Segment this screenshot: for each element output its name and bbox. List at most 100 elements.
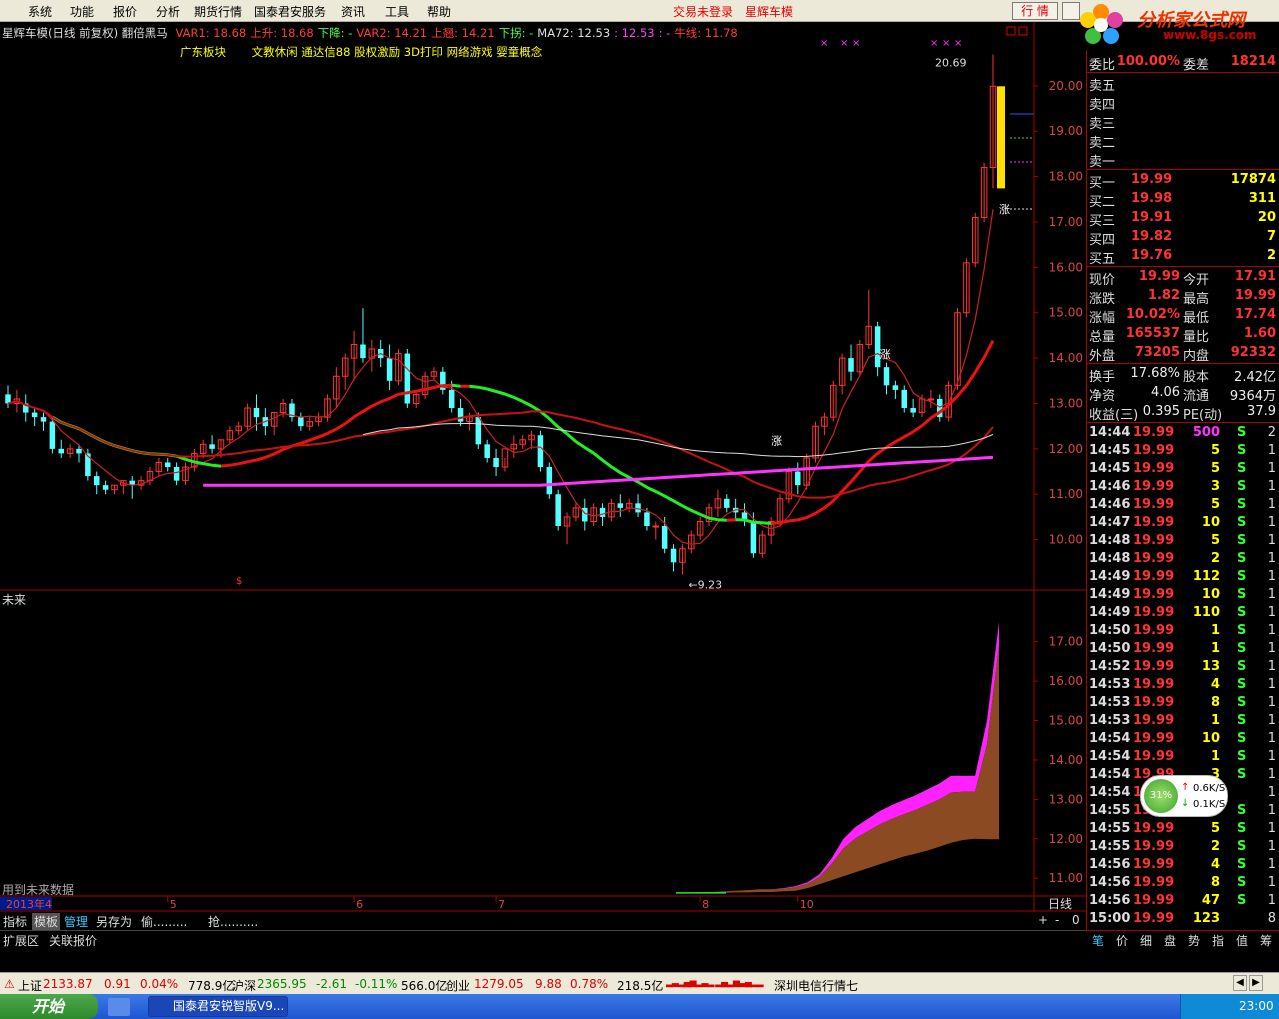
indicator-tab[interactable]: 指标 (3, 913, 27, 930)
sell-level-2[interactable]: 卖二 (1087, 132, 1279, 151)
news-ticker[interactable]: 深圳电信行情七 (774, 977, 858, 994)
sell-level-4[interactable]: 卖四 (1087, 94, 1279, 113)
buy-label: 买三 (1089, 214, 1116, 229)
tick-side: S (1237, 497, 1247, 512)
manage-tab[interactable]: 管理 (64, 913, 88, 930)
tick-row[interactable]: 14:50 19.99 1 S 1 (1087, 623, 1279, 642)
tick-volume: 10 (1201, 515, 1220, 530)
tick-row[interactable]: 14:45 19.99 5 S 1 (1087, 443, 1279, 462)
trade-status[interactable]: 交易未登录 (673, 3, 733, 20)
buy-level-2[interactable]: 买二 19.98 311 (1087, 191, 1279, 210)
template-tab[interactable]: 模板 (32, 913, 61, 930)
tick-row[interactable]: 14:47 19.99 10 S 1 (1087, 515, 1279, 534)
menu-analysis[interactable]: 分析 (156, 3, 180, 20)
formula-tab-1[interactable]: 偷......... (141, 913, 187, 930)
quote-row[interactable]: 涨幅 10.02% 最低 17.74 (1087, 307, 1279, 326)
kline-chart[interactable]: 20.00 19.00 18.00 17.00 16.00 15.00 14.00 13.00… (0, 22, 1086, 912)
zoom-in-button[interactable]: + (1038, 913, 1048, 927)
scroll-right-button[interactable]: ▶ (1249, 975, 1263, 991)
sell-level-5[interactable]: 卖五 (1087, 75, 1279, 94)
sub-tick-label: 16.00 (1049, 674, 1083, 688)
buy-level-3[interactable]: 买三 19.91 20 (1087, 210, 1279, 229)
show-desktop-icon[interactable] (108, 998, 130, 1016)
tick-side: S (1237, 623, 1247, 638)
tick-count: 1 (1267, 749, 1276, 764)
tick-row[interactable]: 14:49 19.99 10 S 1 (1087, 587, 1279, 606)
tick-row[interactable]: 14:56 19.99 8 S 1 (1087, 875, 1279, 894)
tick-row[interactable]: 14:45 19.99 5 S 1 (1087, 461, 1279, 480)
fundamental-row[interactable]: 换手 17.68% 股本 2.42亿 (1087, 366, 1279, 385)
menu-system[interactable]: 系统 (28, 3, 52, 20)
tick-row[interactable]: 14:56 19.99 47 S 1 (1087, 893, 1279, 912)
tick-row[interactable]: 14:54 19.99 10 S 1 (1087, 731, 1279, 750)
tick-row[interactable]: 14:54 19.99 1 S 1 (1087, 749, 1279, 768)
start-button[interactable]: 开始 (0, 994, 98, 1019)
detail-tab-5[interactable]: 指 (1212, 932, 1224, 949)
zoom-reset-button[interactable]: 0 (1072, 913, 1080, 927)
quote-row[interactable]: 现价 19.99 今开 17.91 (1087, 269, 1279, 288)
detail-tab-7[interactable]: 筹 (1260, 932, 1272, 949)
menu-quote[interactable]: 报价 (113, 3, 137, 20)
tick-row[interactable]: 14:52 19.99 13 S 1 (1087, 659, 1279, 678)
trade-button[interactable] (1062, 2, 1080, 20)
tick-row[interactable]: 14:46 19.99 5 S 1 (1087, 497, 1279, 516)
tick-row[interactable]: 14:53 19.99 8 S 1 (1087, 695, 1279, 714)
main-tick-label: 11.00 (1049, 487, 1083, 501)
quote-row[interactable]: 外盘 73205 内盘 92332 (1087, 345, 1279, 364)
detail-tab-4[interactable]: 势 (1188, 932, 1200, 949)
tick-row[interactable]: 14:46 19.99 3 S 1 (1087, 479, 1279, 498)
tick-row[interactable]: 14:49 19.99 110 S 1 (1087, 605, 1279, 624)
tick-row[interactable]: 14:44 19.99 500 S 2 (1087, 425, 1279, 444)
quote-button[interactable]: 行 情 (1012, 2, 1058, 20)
buy-level-1[interactable]: 买一 19.99 17874 (1087, 172, 1279, 191)
tick-row[interactable]: 14:48 19.99 2 S 1 (1087, 551, 1279, 570)
menu-gtja-service[interactable]: 国泰君安服务 (254, 3, 326, 20)
tick-row[interactable]: 14:49 19.99 112 S 1 (1087, 569, 1279, 588)
menu-info[interactable]: 资讯 (341, 3, 365, 20)
detail-tab-2[interactable]: 细 (1140, 932, 1152, 949)
tick-volume: 13 (1201, 659, 1220, 674)
save-as-tab[interactable]: 另存为 (96, 913, 132, 930)
sub-panel-note: 用到未来数据 (2, 882, 74, 897)
tick-row[interactable]: 14:53 19.99 1 S 1 (1087, 713, 1279, 732)
menu-futures[interactable]: 期货行情 (194, 3, 242, 20)
detail-tab-1[interactable]: 价 (1116, 932, 1128, 949)
candle-body (173, 467, 180, 481)
taskbar-app-button[interactable]: 国泰君安锐智版V9... (148, 996, 288, 1017)
tick-row[interactable]: 14:50 19.99 1 S 1 (1087, 641, 1279, 660)
detail-tab-0[interactable]: 笔 (1092, 932, 1104, 949)
tick-row[interactable]: 14:55 19.99 5 S 1 (1087, 821, 1279, 840)
main-tick-label: 18.00 (1049, 170, 1083, 184)
tick-volume: 47 (1201, 893, 1220, 908)
tick-row[interactable]: 15:00 19.99 123 8 (1087, 911, 1279, 930)
related-quote-tab[interactable]: 关联报价 (49, 932, 97, 949)
sell-level-3[interactable]: 卖三 (1087, 113, 1279, 132)
tick-row[interactable]: 14:53 19.99 4 S 1 (1087, 677, 1279, 696)
menu-help[interactable]: 帮助 (427, 3, 451, 20)
extension-area-tab[interactable]: 扩展区 (3, 932, 39, 949)
scroll-left-button[interactable]: ◀ (1233, 975, 1247, 991)
buy-level-5[interactable]: 买五 19.76 2 (1087, 248, 1279, 267)
tick-row[interactable]: 14:55 19.99 2 S 1 (1087, 839, 1279, 858)
candle-body (493, 457, 499, 468)
tick-count: 1 (1267, 713, 1276, 728)
tick-count: 1 (1267, 515, 1276, 530)
fundamental-row[interactable]: 净资 4.06 流通 9364万 (1087, 385, 1279, 404)
tick-row[interactable]: 14:48 19.99 5 S 1 (1087, 533, 1279, 552)
top-marker: × (954, 38, 962, 49)
formula-tab-2[interactable]: 抢.......... (208, 913, 258, 930)
tick-row[interactable]: 14:56 19.99 4 S 1 (1087, 857, 1279, 876)
menu-function[interactable]: 功能 (70, 3, 94, 20)
zoom-out-button[interactable]: - (1055, 913, 1059, 927)
buy-level-4[interactable]: 买四 19.82 7 (1087, 229, 1279, 248)
sell-level-1[interactable]: 卖一 (1087, 151, 1279, 170)
menu-tools[interactable]: 工具 (385, 3, 409, 20)
fundamental-row[interactable]: 收益(三) 0.395 PE(动) 37.9 (1087, 404, 1279, 423)
detail-tab-3[interactable]: 盘 (1164, 932, 1176, 949)
order-ratio-row[interactable]: 委比 100.00% 委差 18214 (1087, 54, 1279, 73)
quote-row[interactable]: 总量 165537 量比 1.60 (1087, 326, 1279, 345)
detail-tab-6[interactable]: 值 (1236, 932, 1248, 949)
network-speed-widget[interactable]: 31% ↑ 0.6K/S ↓ 0.1K/S (1140, 775, 1228, 817)
quote-row[interactable]: 涨跌 1.82 最高 19.99 (1087, 288, 1279, 307)
tick-side: S (1237, 443, 1247, 458)
